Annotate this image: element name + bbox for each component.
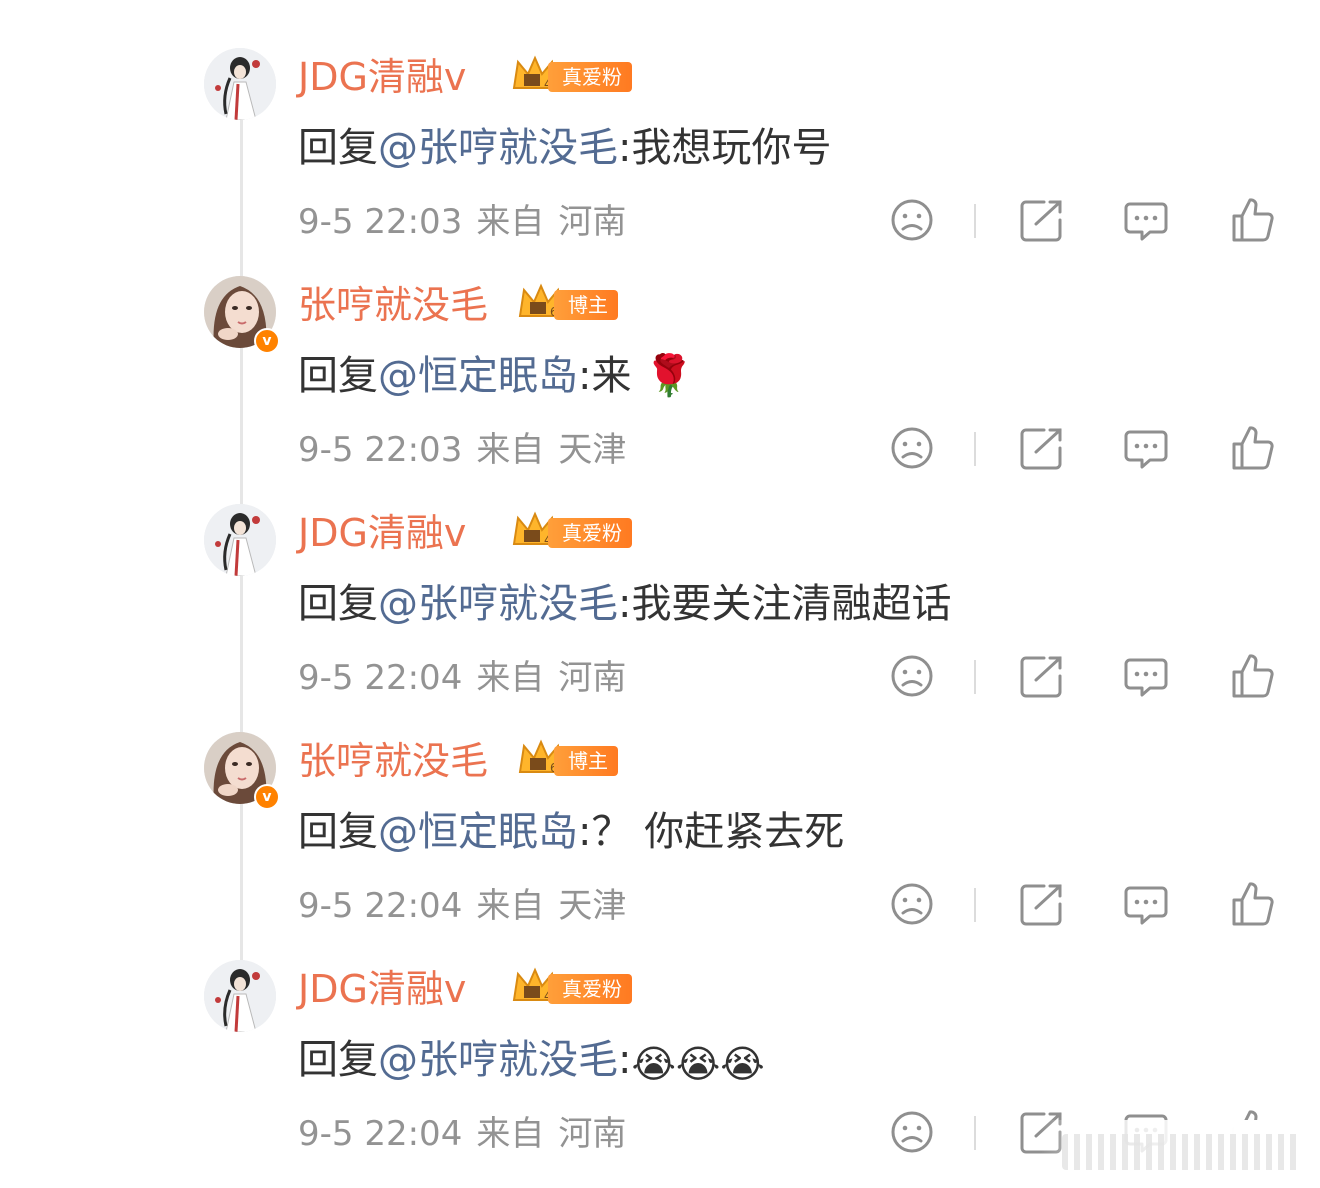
username[interactable]: JDG清融v <box>298 508 466 558</box>
colon: : <box>578 353 592 399</box>
mention-link[interactable]: @恒定眠岛 <box>378 809 578 855</box>
comment-item: v 张哼就没毛 6 博主 回复@恒定眠岛:？ 你赶紧去死 9-5 22:04来自… <box>0 732 1320 960</box>
dislike-icon <box>891 883 933 925</box>
badge-label: 真爱粉 <box>548 518 632 548</box>
avatar-image <box>204 48 276 120</box>
reply-prefix: 回复 <box>298 353 378 399</box>
action-divider <box>974 660 976 694</box>
avatar-image <box>204 504 276 576</box>
dislike-icon <box>891 655 933 697</box>
mention-link[interactable]: @恒定眠岛 <box>378 353 578 399</box>
like-button[interactable] <box>1228 196 1276 244</box>
comment-text: 回复@恒定眠岛:？ 你赶紧去死 <box>298 804 844 860</box>
reply-icon <box>1124 886 1168 925</box>
dislike-icon <box>891 1111 933 1153</box>
reply-button[interactable] <box>1122 880 1170 928</box>
username[interactable]: 张哼就没毛 <box>298 280 488 330</box>
like-button[interactable] <box>1228 652 1276 700</box>
dislike-icon <box>891 199 933 241</box>
comment-content: 我要关注清融超话 <box>631 581 952 627</box>
reply-prefix: 回复 <box>298 809 378 855</box>
watermark-image <box>1062 1134 1302 1170</box>
badge-label: 博主 <box>554 290 618 320</box>
dislike-button[interactable] <box>888 880 936 928</box>
colon: : <box>618 581 632 627</box>
comment-content: 来 🌹 <box>591 353 695 399</box>
badge-label: 真爱粉 <box>548 974 632 1004</box>
share-button[interactable] <box>1018 196 1066 244</box>
share-icon <box>1020 656 1062 698</box>
comment-content: ？ 你赶紧去死 <box>591 809 845 855</box>
like-button[interactable] <box>1228 424 1276 472</box>
comment-actions <box>0 196 1320 248</box>
badge-label: 博主 <box>554 746 618 776</box>
comment-content: 我想玩你号 <box>631 125 832 171</box>
share-icon <box>1020 884 1062 926</box>
dislike-icon <box>891 427 933 469</box>
like-button[interactable] <box>1228 880 1276 928</box>
comment-text: 回复@张哼就没毛:我要关注清融超话 <box>298 576 951 632</box>
share-button[interactable] <box>1018 424 1066 472</box>
comment-text: 回复@张哼就没毛:😭😭😭 <box>298 1032 765 1088</box>
like-icon <box>1232 654 1274 698</box>
reply-button[interactable] <box>1122 424 1170 472</box>
username[interactable]: JDG清融v <box>298 964 466 1014</box>
colon: : <box>618 1037 632 1083</box>
verified-badge-icon: v <box>254 784 280 810</box>
avatar[interactable] <box>204 504 276 576</box>
share-button[interactable] <box>1018 652 1066 700</box>
colon: : <box>618 125 632 171</box>
reply-prefix: 回复 <box>298 581 378 627</box>
action-divider <box>974 204 976 238</box>
share-icon <box>1020 200 1062 242</box>
comment-actions <box>0 880 1320 932</box>
comment-item: v 张哼就没毛 6 博主 回复@恒定眠岛:来 🌹 9-5 22:03来自天津 <box>0 276 1320 504</box>
comment-text: 回复@恒定眠岛:来 🌹 <box>298 348 694 404</box>
like-icon <box>1232 426 1274 470</box>
avatar[interactable] <box>204 960 276 1032</box>
verified-badge-icon: v <box>254 328 280 354</box>
comment-actions <box>0 424 1320 476</box>
avatar-image <box>204 960 276 1032</box>
action-divider <box>974 888 976 922</box>
dislike-button[interactable] <box>888 196 936 244</box>
share-button[interactable] <box>1018 880 1066 928</box>
comment-actions <box>0 652 1320 704</box>
reply-icon <box>1124 202 1168 241</box>
like-icon <box>1232 882 1274 926</box>
reply-prefix: 回复 <box>298 125 378 171</box>
comment-content: 😭😭😭 <box>631 1042 765 1086</box>
badge-label: 真爱粉 <box>548 62 632 92</box>
action-divider <box>974 432 976 466</box>
like-icon <box>1232 198 1274 242</box>
dislike-button[interactable] <box>888 1108 936 1156</box>
username[interactable]: 张哼就没毛 <box>298 736 488 786</box>
colon: : <box>578 809 592 855</box>
reply-icon <box>1124 430 1168 469</box>
reply-icon <box>1124 658 1168 697</box>
avatar[interactable] <box>204 48 276 120</box>
comment-item: JDG清融v 4 真爱粉 回复@张哼就没毛:我想玩你号 9-5 22:03来自河… <box>0 48 1320 276</box>
username[interactable]: JDG清融v <box>298 52 466 102</box>
reply-button[interactable] <box>1122 196 1170 244</box>
comment-item: JDG清融v 4 真爱粉 回复@张哼就没毛:我要关注清融超话 9-5 22:04… <box>0 504 1320 732</box>
mention-link[interactable]: @张哼就没毛 <box>378 581 618 627</box>
action-divider <box>974 1116 976 1150</box>
share-icon <box>1020 428 1062 470</box>
mention-link[interactable]: @张哼就没毛 <box>378 1037 618 1083</box>
dislike-button[interactable] <box>888 424 936 472</box>
reply-button[interactable] <box>1122 652 1170 700</box>
reply-prefix: 回复 <box>298 1037 378 1083</box>
mention-link[interactable]: @张哼就没毛 <box>378 125 618 171</box>
dislike-button[interactable] <box>888 652 936 700</box>
comment-text: 回复@张哼就没毛:我想玩你号 <box>298 120 831 176</box>
